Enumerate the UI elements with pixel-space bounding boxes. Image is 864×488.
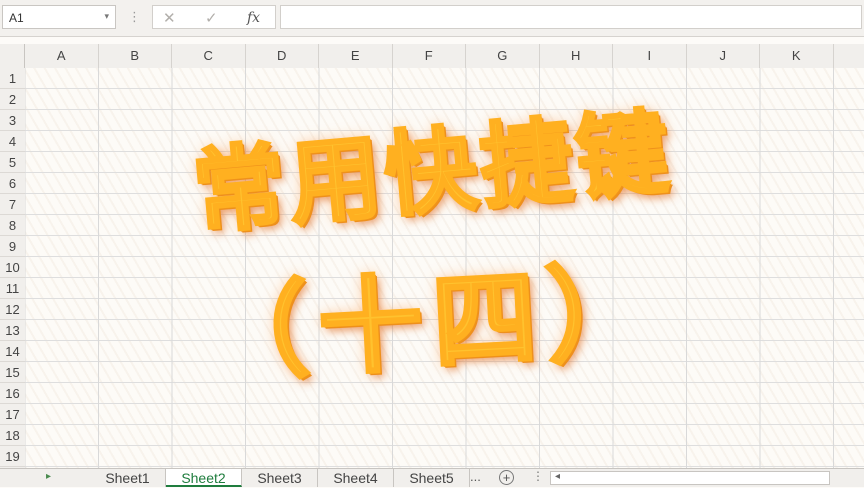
column-header[interactable]: J xyxy=(687,44,760,68)
tab-sheet[interactable]: Sheet3 xyxy=(242,469,318,487)
horizontal-scrollbar[interactable]: ◂ xyxy=(550,471,830,485)
split-handle-icon[interactable]: ⋮ xyxy=(532,469,544,483)
formula-bar: A1 ▾ ⋮ ✕ ✓ fx xyxy=(0,0,864,37)
row-header[interactable]: 2 xyxy=(0,89,25,110)
column-header[interactable]: A xyxy=(25,44,99,68)
name-box[interactable]: A1 ▾ xyxy=(2,5,116,29)
check-icon[interactable]: ✓ xyxy=(205,9,218,27)
sheet-tab-bar: ▸ ... + ⋮ ◂ Sheet1 Sheet2 Sheet3 Sheet4 Shee… xyxy=(0,468,864,487)
column-headers: ABCDEFGHIJK xyxy=(0,44,864,69)
scroll-left-icon[interactable]: ◂ xyxy=(555,471,560,482)
tab-sheet[interactable]: Sheet1 xyxy=(90,469,166,487)
add-sheet-button[interactable]: + xyxy=(499,470,514,485)
column-header[interactable]: G xyxy=(466,44,540,68)
row-header[interactable]: 3 xyxy=(0,110,25,131)
cancel-icon[interactable]: ✕ xyxy=(163,9,176,27)
column-header[interactable]: D xyxy=(246,44,319,68)
row-header[interactable]: 19 xyxy=(0,446,25,467)
tab-sheet[interactable]: Sheet4 xyxy=(318,469,394,487)
formula-input[interactable] xyxy=(280,5,862,29)
more-sheets-button[interactable]: ... xyxy=(470,469,481,484)
name-box-value: A1 xyxy=(9,11,24,25)
chevron-down-icon[interactable]: ▾ xyxy=(104,11,109,22)
column-header[interactable]: C xyxy=(172,44,246,68)
formula-buttons: ✕ ✓ fx xyxy=(152,5,276,29)
column-header[interactable]: E xyxy=(319,44,393,68)
tab-sheet[interactable]: Sheet5 xyxy=(394,469,470,487)
column-header[interactable]: B xyxy=(99,44,172,68)
tab-scroll-right-icon[interactable]: ▸ xyxy=(46,471,51,482)
select-all-corner[interactable] xyxy=(0,44,25,68)
resize-handle-icon[interactable]: ⋮ xyxy=(128,9,141,25)
row-header[interactable]: 1 xyxy=(0,68,25,89)
column-header[interactable]: F xyxy=(393,44,466,68)
column-header[interactable]: I xyxy=(613,44,687,68)
column-header[interactable]: H xyxy=(540,44,613,68)
row-header[interactable]: 18 xyxy=(0,425,25,446)
insert-function-icon[interactable]: fx xyxy=(247,10,260,26)
tab-sheet[interactable]: Sheet2 xyxy=(166,469,242,487)
